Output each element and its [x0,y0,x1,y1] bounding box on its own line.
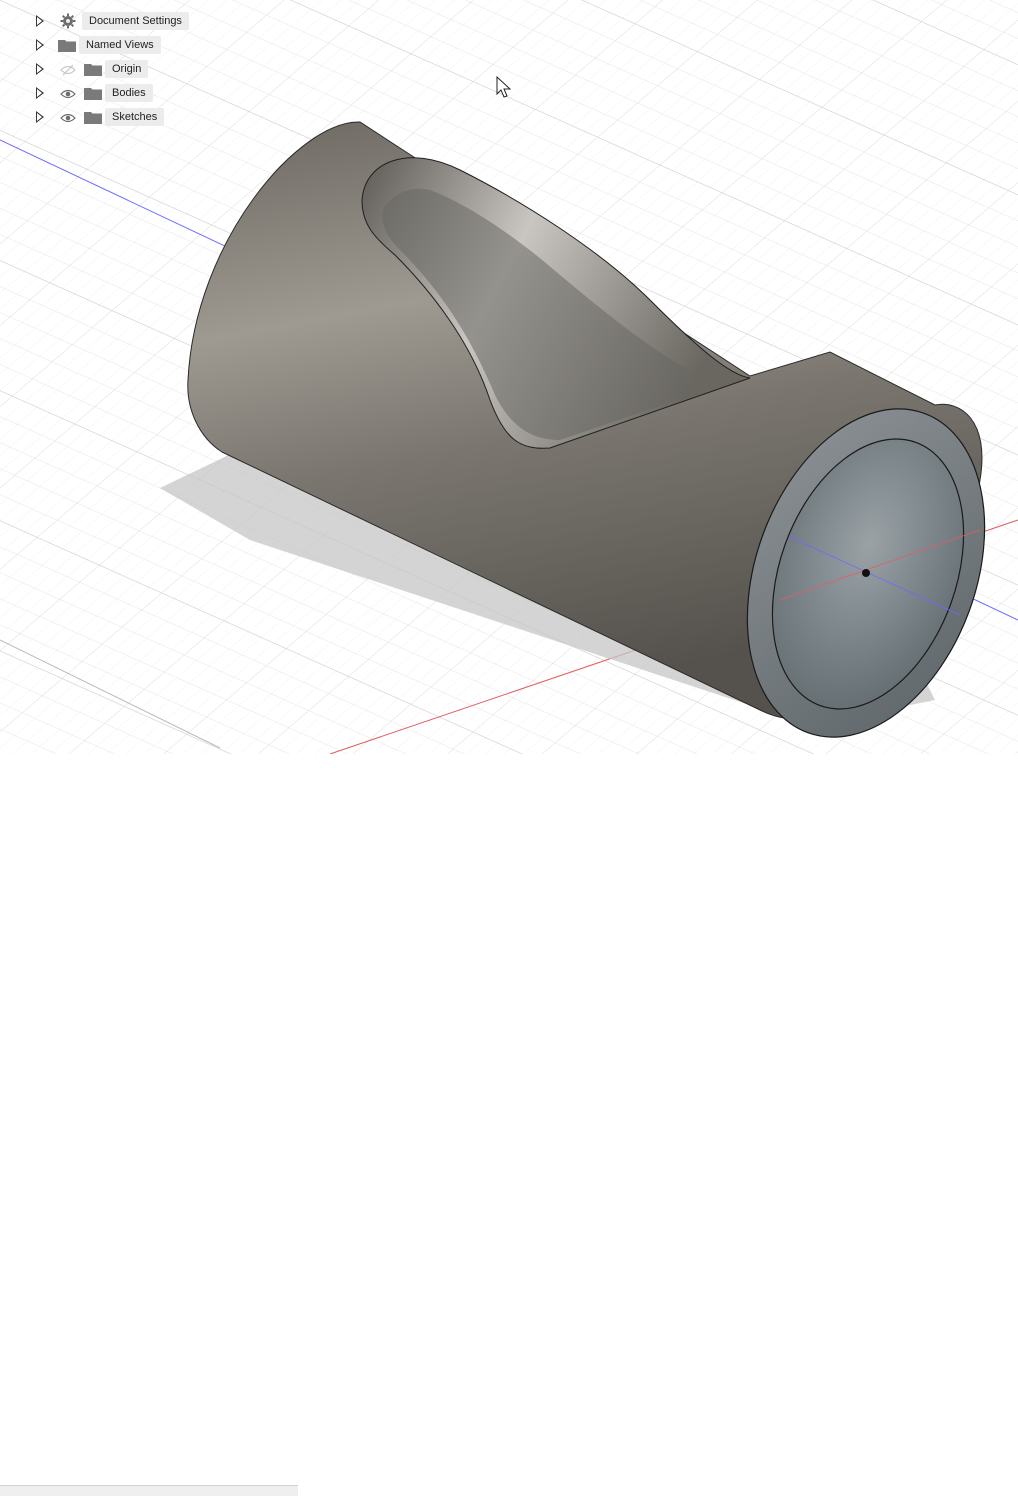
tree-node-label[interactable]: Document Settings [82,12,189,30]
browser-panel: Document Settings Named Views Origin Bod… [0,0,260,140]
folder-icon [84,62,102,76]
eye-icon[interactable] [60,87,76,99]
expand-triangle-icon[interactable] [36,63,44,75]
tree-node-document-settings[interactable]: Document Settings [36,11,189,31]
expand-triangle-icon[interactable] [36,87,44,99]
tree-node-named-views[interactable]: Named Views [36,35,161,55]
expand-triangle-icon[interactable] [36,111,44,123]
tree-node-label[interactable]: Sketches [105,108,165,126]
bottom-bar [0,742,1018,1496]
origin-point[interactable] [862,569,870,577]
folder-icon [84,110,102,124]
gear-icon [60,13,76,29]
tree-node-label[interactable]: Bodies [105,84,153,102]
tree-node-label[interactable]: Named Views [79,36,161,54]
expand-triangle-icon[interactable] [36,15,44,27]
folder-icon [84,86,102,100]
expand-triangle-icon[interactable] [36,39,44,51]
folder-icon [58,38,76,52]
tree-node-sketches[interactable]: Sketches [36,107,165,127]
tree-node-bodies[interactable]: Bodies [36,83,153,103]
eye-icon[interactable] [60,111,76,123]
tree-node-label[interactable]: Origin [105,60,149,78]
comments-panel[interactable] [0,1485,298,1496]
eye-hidden-icon[interactable] [60,63,76,76]
tree-node-origin[interactable]: Origin [36,59,149,79]
